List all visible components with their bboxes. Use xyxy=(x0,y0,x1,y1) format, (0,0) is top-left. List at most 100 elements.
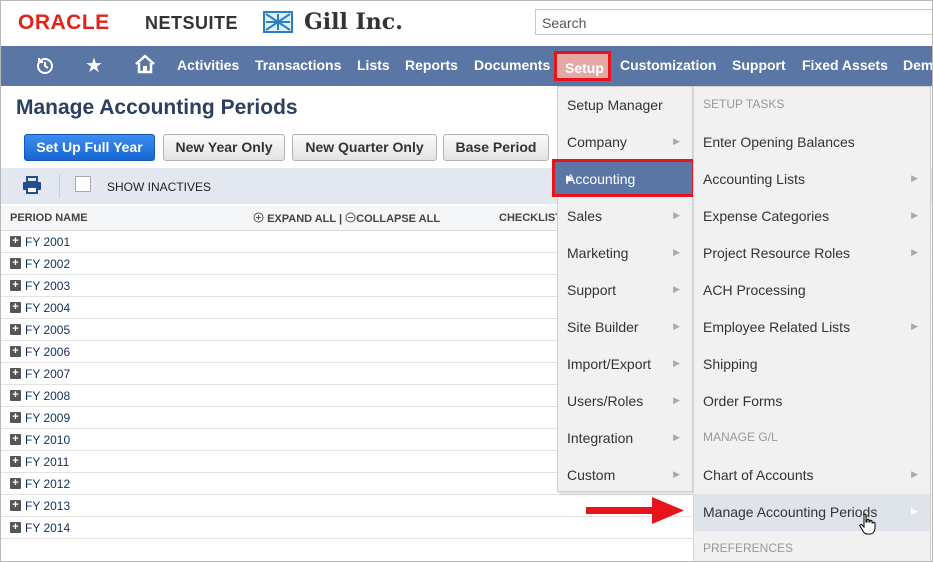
expand-row-icon[interactable]: + xyxy=(10,412,21,423)
period-name[interactable]: FY 2010 xyxy=(25,433,70,447)
submenu-item-manage-accounting-periods[interactable]: Manage Accounting Periods ▶ xyxy=(694,494,930,531)
submenu-item-order-forms[interactable]: Order Forms xyxy=(694,383,930,420)
expand-row-icon[interactable]: + xyxy=(10,500,21,511)
expand-row-icon[interactable]: + xyxy=(10,478,21,489)
submenu-arrow-icon: ▶ xyxy=(911,469,918,479)
submenu-section-setup-tasks: SETUP TASKS xyxy=(694,87,930,124)
submenu-item-employee-related-lists[interactable]: Employee Related Lists ▶ xyxy=(694,309,930,346)
menu-item-custom[interactable]: Custom ▶ xyxy=(558,457,692,494)
menu-item-label: ACH Processing xyxy=(703,282,806,298)
nav-setup[interactable]: Setup xyxy=(554,51,611,81)
period-name[interactable]: FY 2007 xyxy=(25,367,70,381)
oracle-logo[interactable]: ORACLE xyxy=(18,11,110,35)
expand-row-icon[interactable]: + xyxy=(10,258,21,269)
menu-item-label: Site Builder xyxy=(567,319,639,335)
period-name[interactable]: FY 2011 xyxy=(25,455,69,469)
new-year-only-button[interactable]: New Year Only xyxy=(163,134,285,161)
period-name[interactable]: FY 2005 xyxy=(25,323,70,337)
period-name[interactable]: FY 2009 xyxy=(25,411,70,425)
collapse-all-icon[interactable] xyxy=(345,212,356,223)
menu-item-label: Project Resource Roles xyxy=(703,245,851,261)
menu-item-site-builder[interactable]: Site Builder ▶ xyxy=(558,309,692,346)
star-icon[interactable]: ★ xyxy=(85,53,103,78)
menu-item-label: Users/Roles xyxy=(567,393,644,409)
menu-item-integration[interactable]: Integration ▶ xyxy=(558,420,692,457)
submenu-arrow-icon: ▶ xyxy=(566,173,573,183)
period-name[interactable]: FY 2012 xyxy=(25,477,70,491)
expand-all-link[interactable]: EXPAND ALL xyxy=(267,213,336,225)
submenu-item-enter-opening-balances[interactable]: Enter Opening Balances xyxy=(694,124,930,161)
menu-item-accounting-selected[interactable]: Accounting ▶ xyxy=(552,159,695,197)
expand-all-icon[interactable] xyxy=(253,212,264,223)
submenu-item-ach-processing[interactable]: ACH Processing xyxy=(694,272,930,309)
submenu-section-preferences: PREFERENCES xyxy=(694,531,930,561)
nav-fixed-assets[interactable]: Fixed Assets xyxy=(802,57,888,73)
period-name[interactable]: FY 2014 xyxy=(25,521,70,535)
set-up-full-year-button[interactable]: Set Up Full Year xyxy=(24,134,155,161)
expand-row-icon[interactable]: + xyxy=(10,522,21,533)
collapse-all-link[interactable]: COLLAPSE ALL xyxy=(356,213,440,225)
expand-collapse-controls: EXPAND ALL | COLLAPSE ALL xyxy=(253,212,440,225)
period-name[interactable]: FY 2004 xyxy=(25,301,70,315)
expand-row-icon[interactable]: + xyxy=(10,280,21,291)
recent-history-icon[interactable] xyxy=(35,54,55,82)
expand-row-icon[interactable]: + xyxy=(10,302,21,313)
main-nav-bar: ★ Activities Transactions Lists Reports … xyxy=(1,46,932,86)
period-name[interactable]: FY 2013 xyxy=(25,499,70,513)
submenu-arrow-icon: ▶ xyxy=(673,432,680,442)
nav-documents[interactable]: Documents xyxy=(474,57,550,73)
show-inactives-label: SHOW INACTIVES xyxy=(107,180,212,194)
section-label: PREFERENCES xyxy=(703,541,794,555)
submenu-item-accounting-lists[interactable]: Accounting Lists ▶ xyxy=(694,161,930,198)
company-logo-icon xyxy=(263,11,293,33)
menu-item-users-roles[interactable]: Users/Roles ▶ xyxy=(558,383,692,420)
submenu-item-expense-categories[interactable]: Expense Categories ▶ xyxy=(694,198,930,235)
nav-support[interactable]: Support xyxy=(732,57,786,73)
submenu-section-manage-gl: MANAGE G/L xyxy=(694,420,930,457)
menu-item-label: Expense Categories xyxy=(703,208,830,224)
expand-row-icon[interactable]: + xyxy=(10,456,21,467)
menu-item-label: Support xyxy=(567,282,617,298)
period-name[interactable]: FY 2001 xyxy=(25,235,70,249)
submenu-arrow-icon: ▶ xyxy=(673,395,680,405)
menu-item-setup-manager[interactable]: Setup Manager xyxy=(558,87,692,124)
expand-row-icon[interactable]: + xyxy=(10,324,21,335)
submenu-item-shipping[interactable]: Shipping xyxy=(694,346,930,383)
new-quarter-only-button[interactable]: New Quarter Only xyxy=(292,134,437,161)
period-name[interactable]: FY 2002 xyxy=(25,257,70,271)
submenu-item-chart-of-accounts[interactable]: Chart of Accounts ▶ xyxy=(694,457,930,494)
period-name[interactable]: FY 2008 xyxy=(25,389,70,403)
expand-row-icon[interactable]: + xyxy=(10,434,21,445)
base-period-button[interactable]: Base Period xyxy=(443,134,549,161)
print-icon[interactable] xyxy=(22,176,42,199)
global-search-input[interactable]: Search xyxy=(535,9,932,35)
show-inactives-checkbox[interactable] xyxy=(75,176,91,192)
expand-row-icon[interactable]: + xyxy=(10,368,21,379)
menu-item-label: Marketing xyxy=(567,245,629,261)
home-icon[interactable] xyxy=(134,54,156,80)
setup-dropdown-menu: Setup Manager Company ▶ Sales ▶ Marketing ▶… xyxy=(557,86,693,492)
menu-item-label: Order Forms xyxy=(703,393,783,409)
menu-item-label: Custom xyxy=(567,467,616,483)
menu-item-import-export[interactable]: Import/Export ▶ xyxy=(558,346,692,383)
expand-collapse-divider: | xyxy=(338,213,343,225)
menu-item-sales[interactable]: Sales ▶ xyxy=(558,198,692,235)
netsuite-logo[interactable]: NETSUITE xyxy=(145,13,238,34)
expand-row-icon[interactable]: + xyxy=(10,236,21,247)
menu-item-label: Manage Accounting Periods xyxy=(703,504,878,520)
nav-transactions[interactable]: Transactions xyxy=(255,57,341,73)
accounting-submenu: SETUP TASKS Enter Opening Balances Accou… xyxy=(693,86,931,561)
submenu-item-project-resource-roles[interactable]: Project Resource Roles ▶ xyxy=(694,235,930,272)
menu-item-company[interactable]: Company ▶ xyxy=(558,124,692,161)
nav-reports[interactable]: Reports xyxy=(405,57,458,73)
nav-demo[interactable]: Dem xyxy=(903,57,932,73)
expand-row-icon[interactable]: + xyxy=(10,390,21,401)
menu-item-support[interactable]: Support ▶ xyxy=(558,272,692,309)
nav-lists[interactable]: Lists xyxy=(357,57,390,73)
nav-activities[interactable]: Activities xyxy=(177,57,239,73)
period-name[interactable]: FY 2006 xyxy=(25,345,70,359)
nav-customization[interactable]: Customization xyxy=(620,57,716,73)
menu-item-marketing[interactable]: Marketing ▶ xyxy=(558,235,692,272)
expand-row-icon[interactable]: + xyxy=(10,346,21,357)
period-name[interactable]: FY 2003 xyxy=(25,279,70,293)
